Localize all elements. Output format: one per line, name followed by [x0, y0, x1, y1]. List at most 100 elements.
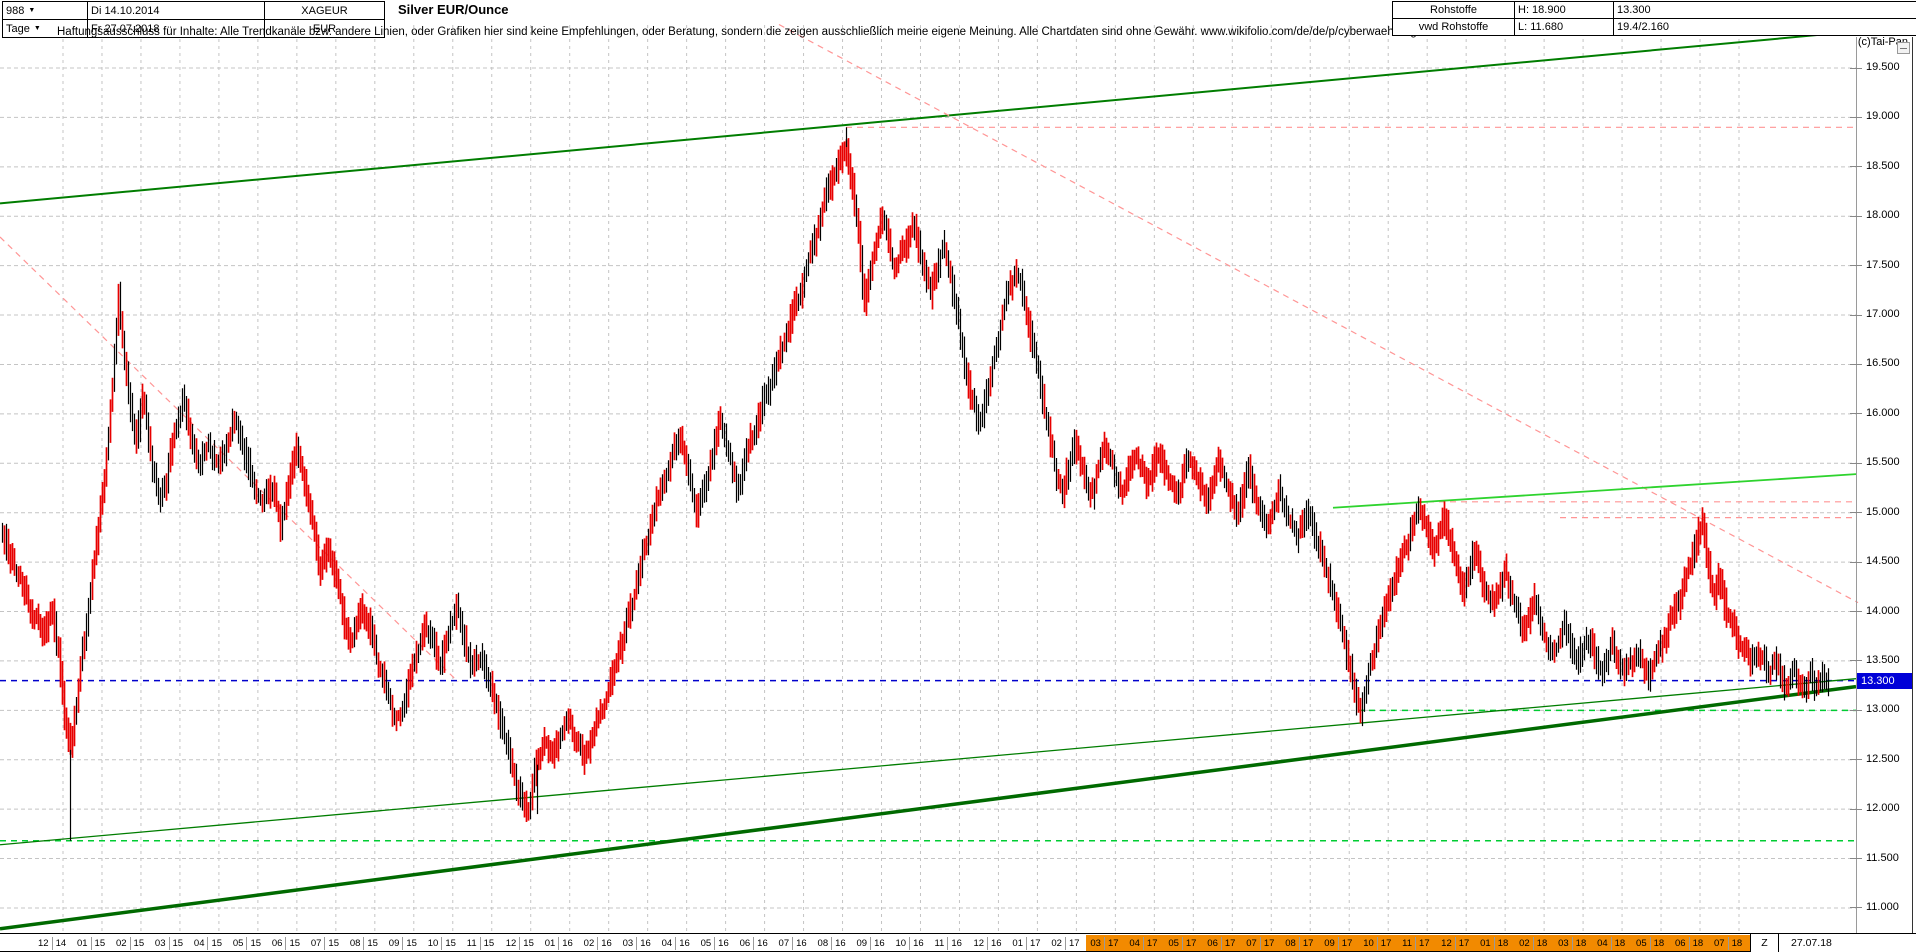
- trendline-downtrend-left-red: [0, 236, 459, 683]
- x-axis-month-label: 10 17: [1363, 937, 1392, 950]
- y-axis-tick: [1850, 808, 1862, 810]
- x-axis-month-label: 04 18: [1597, 937, 1626, 950]
- x-axis-month-label: 02 16: [583, 937, 612, 950]
- y-axis-price-label: 17.500: [1866, 258, 1900, 271]
- y-axis-tick: [1850, 67, 1862, 69]
- dropdown-arrow-icon: ▼: [33, 25, 41, 32]
- x-axis-tick: [324, 937, 326, 950]
- x-axis-tick: [1688, 937, 1690, 950]
- x-axis-tick: [1025, 937, 1027, 950]
- collapse-button[interactable]: [1897, 42, 1910, 54]
- y-axis-price-label: 13.000: [1866, 703, 1900, 716]
- date-from-value: Di 14.10.2014: [91, 4, 160, 17]
- x-axis-tick: [831, 937, 833, 950]
- source-cell: vwd Rohstoffe: [1392, 18, 1515, 36]
- x-axis-tick: [1727, 937, 1729, 950]
- date-from-field[interactable]: Di 14.10.2014: [87, 1, 265, 20]
- y-axis-tick: [1850, 907, 1862, 909]
- y-axis-price-label: 19.500: [1866, 61, 1900, 73]
- x-axis-tick: [1649, 937, 1651, 950]
- x-axis-month-label: 06 18: [1675, 937, 1704, 950]
- x-axis-month-label: 03 18: [1558, 937, 1587, 950]
- y-axis-price-label: 17.000: [1866, 308, 1900, 321]
- x-axis-tick: [363, 937, 365, 950]
- x-axis-month-label: 01 17: [1012, 937, 1041, 950]
- x-axis-tick: [402, 937, 404, 950]
- trendline-resistance-light-green: [1332, 473, 1857, 509]
- x-axis-tick: [90, 937, 92, 950]
- high-value: H: 18.900: [1518, 4, 1566, 16]
- x-axis-month-label: 09 17: [1324, 937, 1353, 950]
- x-axis-month-label: 07 18: [1714, 937, 1743, 950]
- y-axis-line: [1856, 37, 1857, 933]
- group-cell: Rohstoffe: [1392, 1, 1515, 19]
- symbol-value: XAGEUR: [301, 4, 348, 17]
- chart-number-dropdown[interactable]: 988 ▼: [2, 1, 88, 20]
- y-axis-tick: [1850, 215, 1862, 217]
- x-axis-month-label: 11 16: [934, 937, 962, 950]
- last-price-value: 13.300: [1617, 4, 1651, 16]
- x-axis-month-label: 05 15: [232, 937, 262, 950]
- x-axis-month-label: 09 15: [388, 937, 417, 950]
- x-axis-tick: [1532, 937, 1534, 950]
- y-axis-price-label: 12.000: [1866, 802, 1900, 815]
- x-axis-month-label: 04 16: [661, 937, 690, 950]
- x-axis-month-label: 09 16: [856, 937, 885, 950]
- x-axis-tick: [168, 937, 170, 950]
- x-axis-tick: [1610, 937, 1612, 950]
- price-chart-canvas[interactable]: [0, 0, 1916, 952]
- y-axis-price-label: 13.500: [1866, 653, 1900, 666]
- x-axis-tick: [1454, 937, 1456, 950]
- x-axis-month-label: 06 15: [271, 937, 301, 950]
- x-axis-month-label: 10 15: [427, 937, 456, 950]
- x-axis-month-label: 01 15: [76, 937, 106, 950]
- x-axis-month-label: 06 16: [739, 937, 768, 950]
- x-axis-tick: [1181, 937, 1183, 950]
- period-label: Tage: [6, 22, 30, 35]
- trendline-uptrend-thin-green: [0, 678, 1857, 846]
- x-axis-tick: [1220, 937, 1222, 950]
- x-axis-month-label: 03 15: [154, 937, 184, 950]
- x-axis-month-label: 08 16: [817, 937, 846, 950]
- disclaimer-text: Haftungsausschluss für Inhalte: Alle Tre…: [57, 26, 1430, 38]
- x-axis-month-label: 08 15: [349, 937, 378, 950]
- x-axis-tick: [246, 937, 248, 950]
- x-axis-month-label: 11 17: [1402, 937, 1430, 950]
- y-axis-price-label: 12.500: [1866, 752, 1900, 765]
- x-axis-tick: [1298, 937, 1300, 950]
- x-axis-month-label: 07 15: [310, 937, 339, 950]
- x-axis-month-label: 02 15: [115, 937, 145, 950]
- x-axis-tick: [1376, 937, 1378, 950]
- y-axis-tick: [1850, 166, 1862, 168]
- x-axis-tick: [519, 937, 521, 950]
- end-date-cell: 27.07.18: [1778, 934, 1916, 952]
- y-axis-price-label: 19.000: [1866, 110, 1900, 123]
- y-axis-tick: [1850, 265, 1862, 267]
- y-axis-tick: [1850, 512, 1862, 514]
- x-axis-tick: [479, 937, 481, 950]
- y-axis-tick: [1850, 462, 1862, 464]
- y-axis-price-label: 11.000: [1866, 900, 1899, 913]
- x-axis-tick: [597, 937, 599, 950]
- y-axis-tick: [1850, 561, 1862, 563]
- price-bars-red: [3, 138, 1820, 822]
- symbol-field[interactable]: XAGEUR: [264, 1, 385, 20]
- x-axis-month-label: 06 17: [1207, 937, 1236, 950]
- x-axis-month-label: 05 16: [700, 937, 729, 950]
- x-axis-month-label: 01 18: [1480, 937, 1509, 950]
- low-value: L: 11.680: [1518, 21, 1564, 33]
- y-axis-price-label: 14.000: [1866, 604, 1900, 617]
- y-axis-price-label: 11.500: [1866, 851, 1899, 864]
- x-axis-tick: [675, 937, 677, 950]
- y-axis-price-label: 18.000: [1866, 209, 1900, 222]
- zoom-mode-button[interactable]: Z: [1750, 934, 1778, 952]
- y-axis-price-label: 15.000: [1866, 505, 1900, 518]
- current-price-badge: 13.300: [1857, 672, 1912, 689]
- y-axis-price-label: 16.500: [1866, 357, 1900, 370]
- x-axis-month-label: 05 17: [1168, 937, 1197, 950]
- zoom-mode-label: Z: [1761, 937, 1768, 949]
- y-axis-tick: [1850, 363, 1862, 365]
- x-axis-tick: [1142, 937, 1144, 950]
- y-axis-tick: [1850, 116, 1862, 118]
- x-axis-month-label: 11 15: [466, 937, 495, 950]
